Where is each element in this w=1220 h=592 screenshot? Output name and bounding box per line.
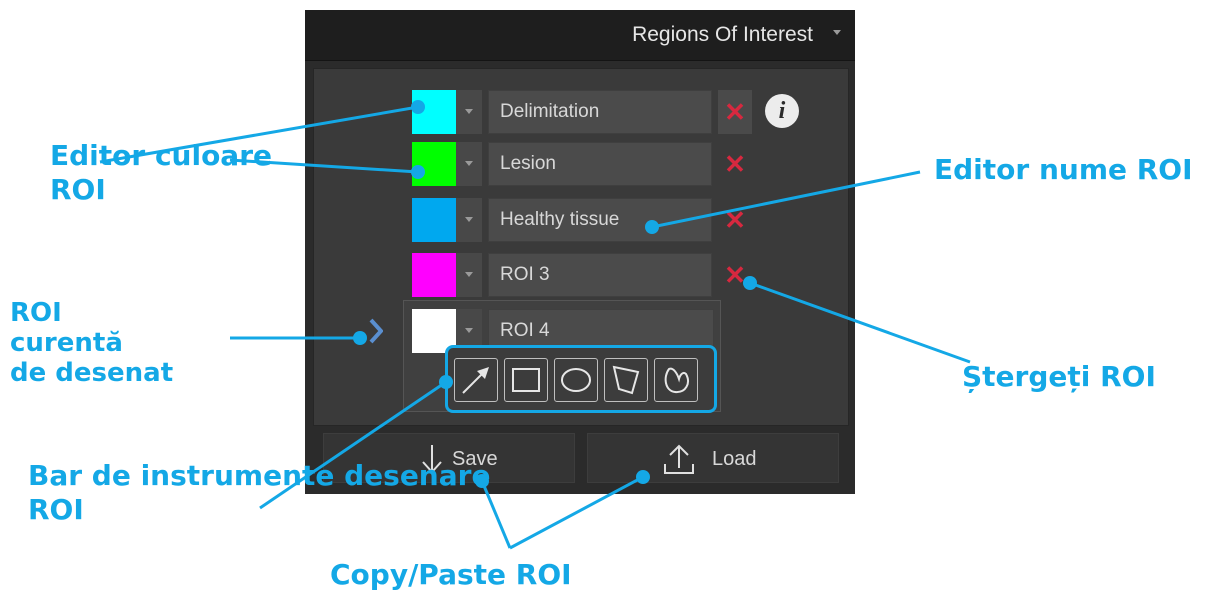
callout-line: Bar de instrumente desenare: [28, 459, 491, 492]
callout-color-editor: Editor culoare ROI: [50, 139, 272, 207]
callout-line: ROI: [28, 493, 84, 526]
callout-line: ROI: [50, 173, 106, 206]
callout-line: Editor culoare: [50, 139, 273, 172]
callout-copy-paste: Copy/Paste ROI: [330, 558, 572, 591]
callout-drawing-toolbar: Bar de instrumente desenare ROI: [28, 459, 490, 527]
callout-line: ROI: [10, 298, 62, 328]
callout-current-roi: ROI curentă de desenat: [10, 298, 173, 382]
callout-line: de desenat: [10, 358, 174, 382]
callout-delete-roi: Ștergeți ROI: [962, 360, 1156, 393]
callout-line: curentă: [10, 328, 123, 358]
callout-name-editor: Editor nume ROI: [934, 153, 1193, 186]
